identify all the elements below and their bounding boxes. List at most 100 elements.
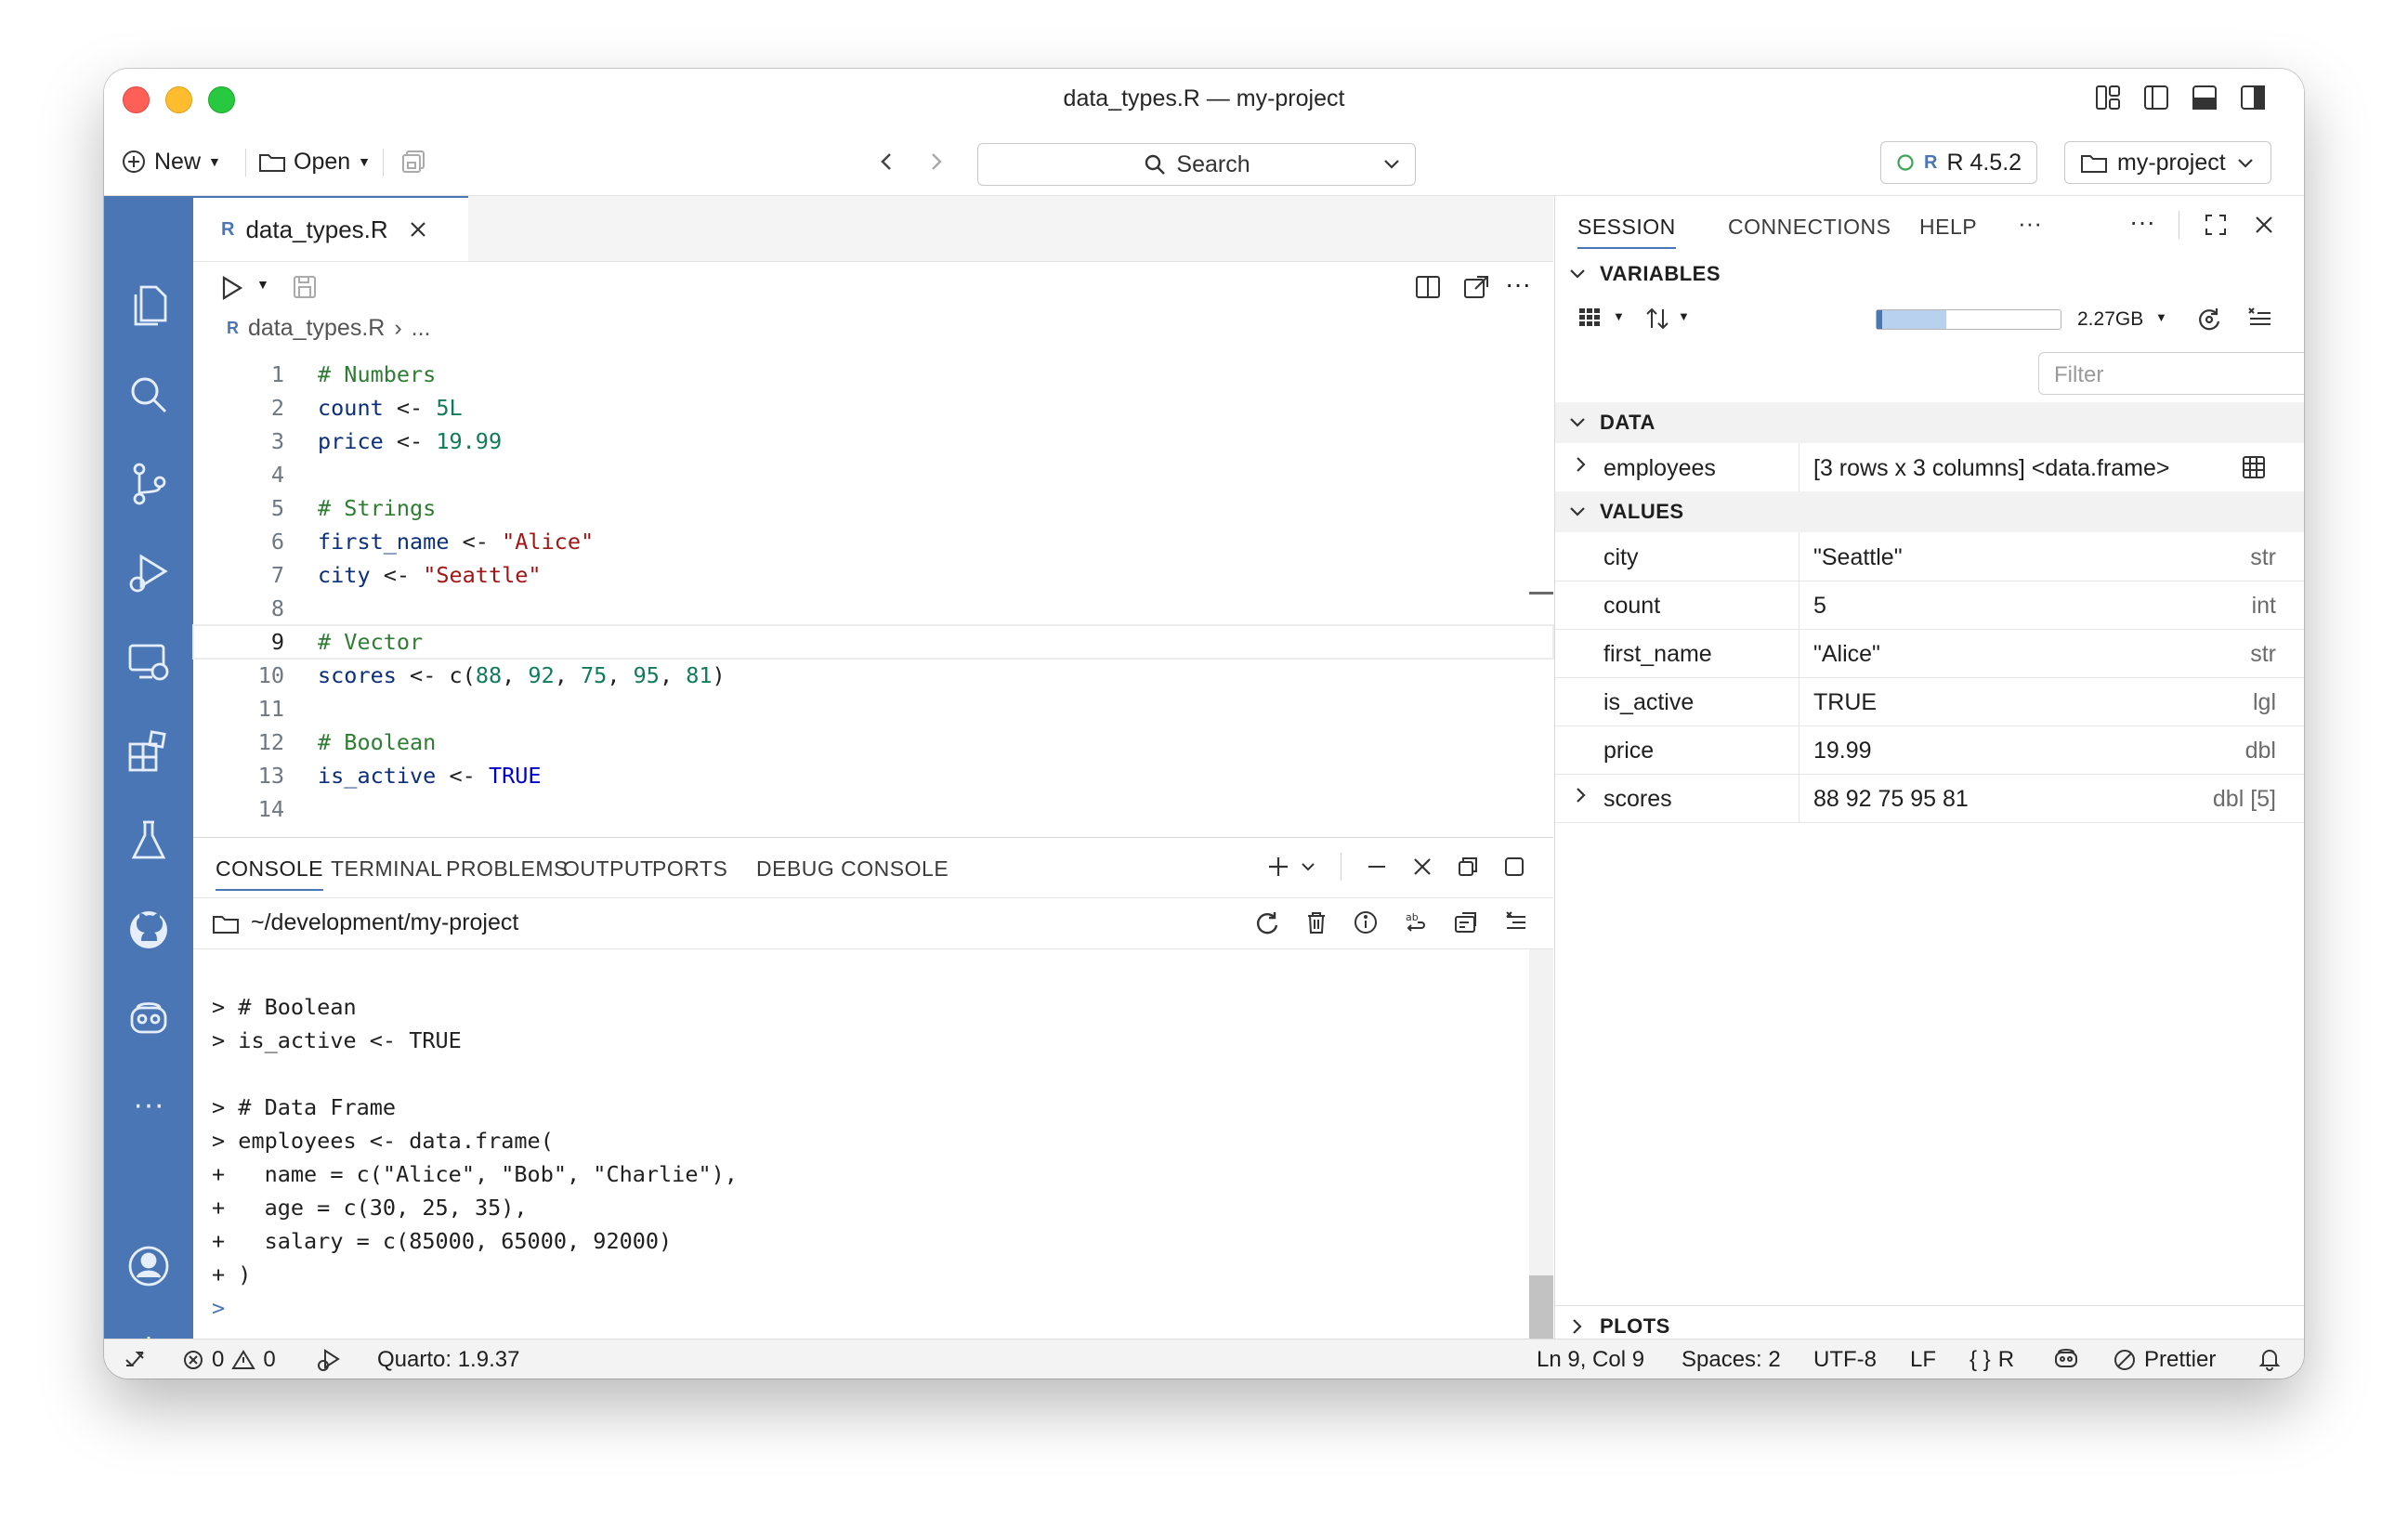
github-icon[interactable] [124, 906, 173, 954]
save-icon[interactable] [292, 274, 318, 300]
remote-explorer-icon[interactable] [124, 638, 173, 686]
variables-filter-input[interactable]: Filter [2038, 352, 2304, 395]
copilot-icon[interactable] [124, 995, 173, 1043]
panel-tab-ports[interactable]: PORTS [652, 856, 727, 882]
grouping-icon[interactable] [1577, 306, 1605, 330]
copilot-status[interactable] [2053, 1347, 2079, 1369]
customize-layout-icon[interactable] [2094, 84, 2122, 111]
toggle-secondary-sidebar-icon[interactable] [2239, 84, 2267, 111]
session-tab-session[interactable]: SESSION [1577, 215, 1676, 249]
variable-row[interactable]: count 5 int [1555, 581, 2304, 630]
data-section-header[interactable]: DATA [1555, 402, 2304, 443]
panel-tab-console[interactable]: CONSOLE [216, 856, 323, 891]
view-data-table-icon[interactable] [2241, 454, 2267, 480]
command-center-search[interactable]: Search [977, 143, 1416, 186]
variable-row[interactable]: city "Seattle" str [1555, 532, 2304, 582]
back-button[interactable] [877, 145, 896, 178]
maximize-panel-icon[interactable] [1503, 856, 1525, 878]
notifications-bell-icon[interactable] [2258, 1347, 2282, 1371]
memory-usage-bar[interactable] [1876, 309, 2061, 330]
values-section-header[interactable]: VALUES [1555, 491, 2304, 532]
clear-list-icon[interactable] [1503, 909, 1529, 935]
open-in-editor-icon[interactable] [1453, 909, 1479, 935]
variable-row[interactable]: employees [3 rows x 3 columns] <data.fram… [1555, 443, 2304, 492]
project-button[interactable]: my-project [2064, 141, 2271, 184]
session-tab-help[interactable]: HELP [1919, 215, 1977, 240]
more-actions-icon[interactable]: ··· [2129, 207, 2155, 237]
new-console-plus-icon[interactable] [1266, 855, 1290, 879]
breadcrumb-more[interactable]: ... [412, 315, 431, 342]
code-line[interactable]: 14 [193, 792, 1553, 826]
toggle-sidebar-icon[interactable] [2142, 84, 2170, 111]
chevron-down-icon[interactable] [1381, 153, 1402, 174]
restart-icon[interactable] [1254, 909, 1280, 935]
code-line[interactable]: 4 [193, 458, 1553, 491]
close-tab-icon[interactable] [409, 220, 427, 239]
code-line[interactable]: 1 # Numbers [193, 358, 1553, 391]
split-editor-icon[interactable] [1414, 274, 1442, 300]
code-line[interactable]: 6 first_name <- "Alice" [193, 525, 1553, 558]
new-button[interactable]: New ▼ [121, 145, 221, 178]
caret-down-icon[interactable]: ▼ [2155, 310, 2167, 324]
source-control-icon[interactable] [124, 460, 173, 508]
interpreter-button[interactable]: R R 4.5.2 [1880, 141, 2038, 184]
chevron-down-icon[interactable] [1300, 858, 1316, 875]
explorer-icon[interactable] [124, 281, 173, 330]
save-all-button[interactable] [399, 145, 427, 178]
info-icon[interactable] [1353, 909, 1379, 935]
formatter-status[interactable]: Prettier [2113, 1347, 2216, 1373]
memory-usage-label[interactable]: 2.27GB [2077, 308, 2143, 331]
sort-icon[interactable] [1644, 306, 1670, 332]
code-line[interactable]: 2 count <- 5L [193, 391, 1553, 425]
code-line[interactable]: 11 [193, 692, 1553, 725]
restore-panel-icon[interactable] [1457, 856, 1479, 878]
open-in-new-window-icon[interactable] [1462, 274, 1490, 300]
account-icon[interactable] [124, 1242, 173, 1290]
chevron-right-icon[interactable] [1572, 453, 1590, 476]
chevron-right-icon[interactable] [1572, 784, 1590, 806]
variable-row[interactable]: price 19.99 dbl [1555, 725, 2304, 775]
panel-tab-output[interactable]: OUTPUT [563, 856, 654, 882]
console-scrollbar-thumb[interactable] [1529, 1275, 1553, 1340]
more-actions-icon[interactable]: ··· [1505, 269, 1531, 299]
clear-console-trash-icon[interactable] [1304, 909, 1328, 935]
problems-indicator[interactable]: 0 0 [182, 1347, 276, 1373]
forward-button[interactable] [927, 145, 946, 178]
code-line[interactable]: 12 # Boolean [193, 725, 1553, 759]
run-options-caret-icon[interactable]: ▼ [256, 277, 269, 292]
code-line[interactable]: 8 [193, 592, 1553, 625]
word-wrap-icon[interactable]: ab [1403, 909, 1429, 935]
tab-data-types-r[interactable]: R data_types.R [193, 196, 468, 261]
breadcrumb-file[interactable]: data_types.R [248, 315, 385, 342]
debug-status[interactable] [316, 1347, 342, 1371]
session-tab-connections[interactable]: CONNECTIONS [1728, 215, 1891, 240]
maximize-pane-icon[interactable] [2204, 213, 2228, 237]
code-line[interactable]: 7 city <- "Seattle" [193, 558, 1553, 592]
code-line[interactable]: 5 # Strings [193, 491, 1553, 525]
console-scrollbar[interactable] [1529, 949, 1553, 1340]
console-output[interactable]: > # Boolean > is_active <- TRUE > # Data F… [212, 990, 738, 1325]
variable-row[interactable]: scores 88 92 75 95 81 dbl [5] [1555, 774, 2304, 823]
panel-tab-problems[interactable]: PROBLEMS [446, 856, 569, 882]
language-mode[interactable]: { } R [1970, 1347, 2014, 1373]
refresh-icon[interactable] [2196, 306, 2222, 332]
run-debug-icon[interactable] [124, 549, 173, 597]
console-working-directory[interactable]: ~/development/my-project [212, 909, 518, 936]
open-button[interactable]: Open ▼ [258, 145, 371, 178]
encoding[interactable]: UTF-8 [1813, 1347, 1877, 1373]
variables-section-header[interactable]: VARIABLES [1555, 254, 2304, 294]
code-line[interactable]: 9 # Vector [192, 624, 1554, 660]
cursor-position[interactable]: Ln 9, Col 9 [1537, 1347, 1644, 1373]
close-console-icon[interactable] [1412, 856, 1433, 877]
code-line[interactable]: 13 is_active <- TRUE [193, 759, 1553, 792]
panel-tab-debug-console[interactable]: DEBUG CONSOLE [756, 856, 949, 882]
code-editor[interactable]: 1 # Numbers 2 count <- 5L 3 price <- 19.99 4 5 #… [192, 358, 1554, 826]
indentation[interactable]: Spaces: 2 [1682, 1347, 1781, 1373]
quarto-version[interactable]: Quarto: 1.9.37 [377, 1347, 519, 1373]
end-of-line[interactable]: LF [1910, 1347, 1936, 1373]
toggle-panel-icon[interactable] [2191, 84, 2218, 111]
search-icon[interactable] [124, 371, 173, 419]
close-pane-icon[interactable] [2254, 215, 2274, 235]
more-views-icon[interactable]: ··· [124, 1086, 173, 1134]
minimize-panel-icon[interactable] [1366, 856, 1388, 878]
